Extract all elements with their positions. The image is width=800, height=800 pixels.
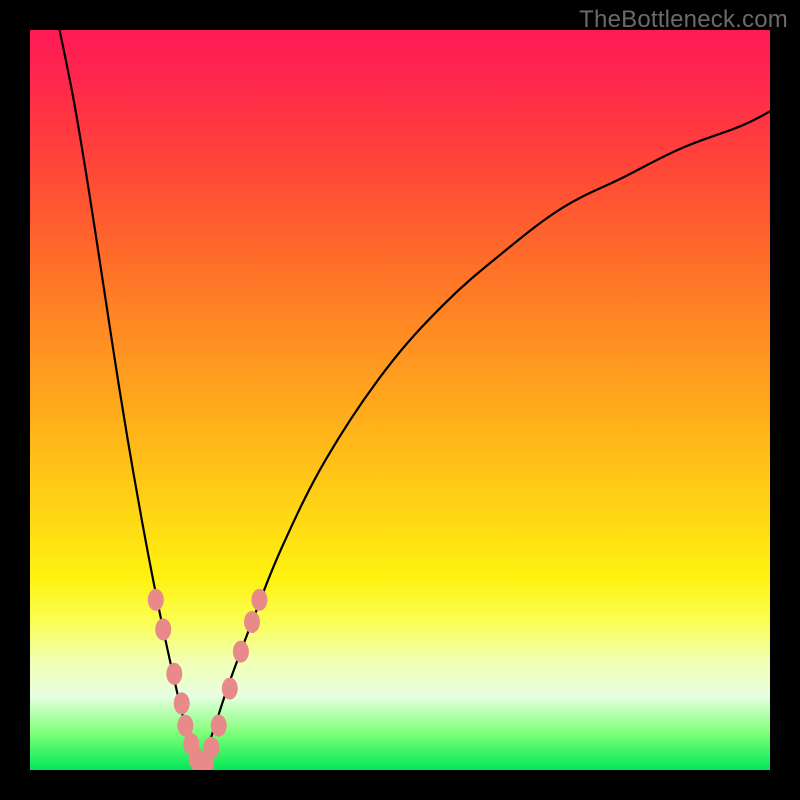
curve-layer [30,30,770,770]
marker-bead [233,641,249,663]
plot-area [30,30,770,770]
chart-stage: TheBottleneck.com [0,0,800,800]
marker-bead [244,611,260,633]
marker-bead [222,678,238,700]
marker-bead [148,589,164,611]
marker-bead [155,618,171,640]
marker-bead [251,589,267,611]
marker-bead [174,692,190,714]
marker-bead [203,737,219,759]
marker-beads [148,589,268,770]
curve-right-branch [200,111,770,770]
curve-left-branch [60,30,201,770]
marker-bead [166,663,182,685]
marker-bead [211,715,227,737]
